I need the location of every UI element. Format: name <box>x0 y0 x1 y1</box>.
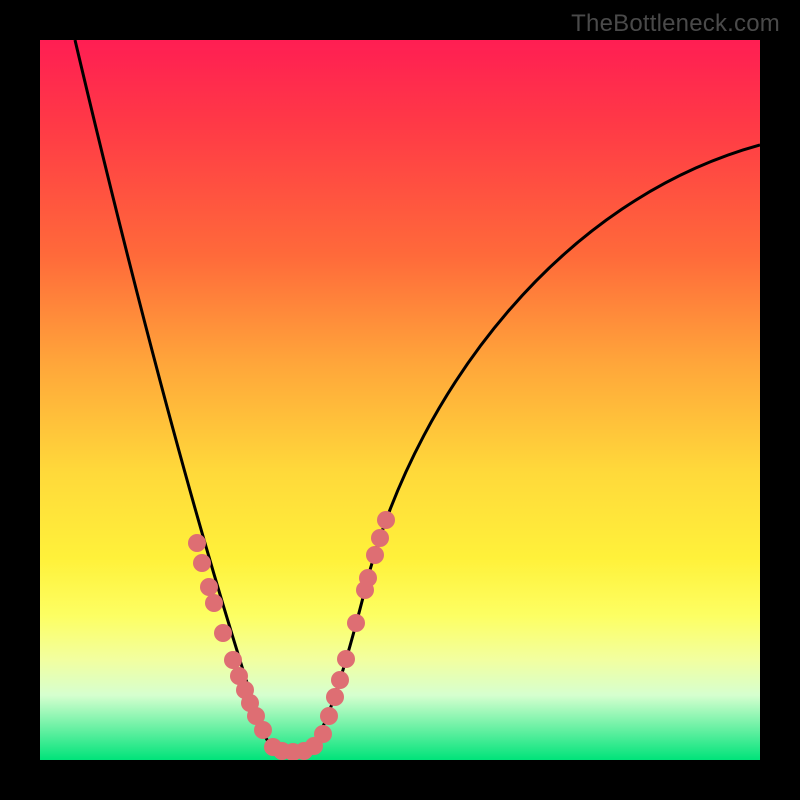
dot-left-0 <box>188 534 206 552</box>
dot-left-1 <box>193 554 211 572</box>
dot-right-10 <box>377 511 395 529</box>
dots-right <box>314 511 395 743</box>
dot-right-2 <box>326 688 344 706</box>
plot-area <box>40 40 760 760</box>
dots-left <box>188 534 272 739</box>
dot-left-2 <box>200 578 218 596</box>
dot-left-3 <box>205 594 223 612</box>
dot-right-5 <box>347 614 365 632</box>
dot-right-9 <box>371 529 389 547</box>
curve-left-arm <box>75 40 286 752</box>
dot-right-4 <box>337 650 355 668</box>
chart-svg <box>40 40 760 760</box>
dot-right-1 <box>320 707 338 725</box>
dot-right-8 <box>366 546 384 564</box>
chart-frame: TheBottleneck.com <box>0 0 800 800</box>
curve-right-arm <box>304 145 760 752</box>
dot-left-10 <box>254 721 272 739</box>
dots-bottom <box>264 737 323 760</box>
dot-right-7 <box>359 569 377 587</box>
dot-left-4 <box>214 624 232 642</box>
dot-left-5 <box>224 651 242 669</box>
dot-right-3 <box>331 671 349 689</box>
dot-right-0 <box>314 725 332 743</box>
attribution-text: TheBottleneck.com <box>571 10 780 38</box>
